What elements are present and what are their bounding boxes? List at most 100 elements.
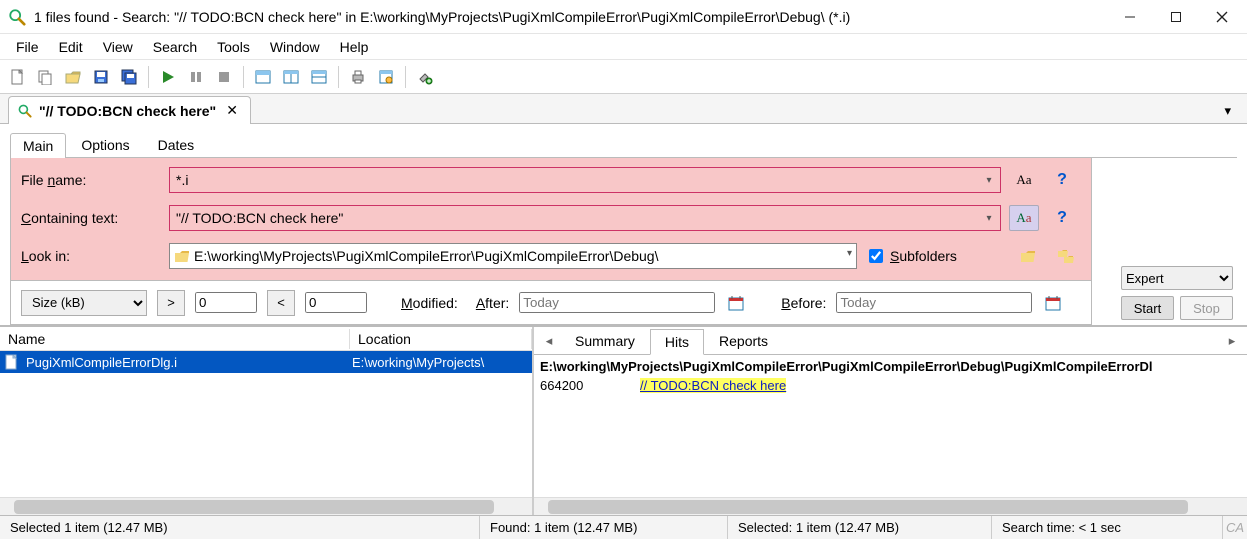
hit-file-path: E:\working\MyProjects\PugiXmlCompileErro… xyxy=(534,355,1247,376)
chevron-down-icon[interactable]: ▾ xyxy=(982,210,996,226)
hit-row[interactable]: 664200 // TODO:BCN check here xyxy=(534,376,1247,395)
look-in-input[interactable]: E:\working\MyProjects\PugiXmlCompileErro… xyxy=(169,243,857,269)
tab-main[interactable]: Main xyxy=(10,133,66,158)
after-label: After: xyxy=(476,295,509,311)
save-icon[interactable] xyxy=(88,64,114,90)
search-tab[interactable]: "// TODO:BCN check here" ✕ xyxy=(8,96,251,124)
open-icon[interactable] xyxy=(60,64,86,90)
tab-prev-icon[interactable]: ◂ xyxy=(538,333,560,349)
mode-select[interactable]: Expert xyxy=(1121,266,1233,290)
form-tabs: Main Options Dates xyxy=(10,130,1237,158)
tab-summary[interactable]: Summary xyxy=(560,328,650,354)
status-selected-left: Selected 1 item (12.47 MB) xyxy=(0,516,480,539)
help-icon[interactable]: ? xyxy=(1047,167,1077,193)
layout1-icon[interactable] xyxy=(250,64,276,90)
case-sensitive-icon[interactable]: Aa xyxy=(1009,167,1039,193)
start-search-icon[interactable] xyxy=(155,64,181,90)
status-case-indicator: CA xyxy=(1223,520,1247,535)
search-tabstrip: "// TODO:BCN check here" ✕ ▾ xyxy=(0,94,1247,124)
menu-view[interactable]: View xyxy=(93,37,143,57)
chevron-down-icon[interactable]: ▾ xyxy=(982,172,996,188)
containing-text-input[interactable]: "// TODO:BCN check here" ▾ xyxy=(169,205,1001,231)
save-all-icon[interactable] xyxy=(116,64,142,90)
menu-window[interactable]: Window xyxy=(260,37,330,57)
stop-search-icon[interactable] xyxy=(211,64,237,90)
tab-dates[interactable]: Dates xyxy=(145,132,208,157)
details-tabs: ◂ Summary Hits Reports ▸ xyxy=(534,327,1247,355)
search-tab-label: "// TODO:BCN check here" xyxy=(39,103,216,119)
print-icon[interactable] xyxy=(345,64,371,90)
menu-file[interactable]: File xyxy=(6,37,49,57)
look-in-label: Look in: xyxy=(21,248,161,264)
status-time: Search time: < 1 sec xyxy=(992,516,1223,539)
toolbar-separator xyxy=(405,66,406,88)
modified-label: Modified: xyxy=(401,295,458,311)
chevron-down-icon[interactable]: ▾ xyxy=(847,248,852,259)
pause-search-icon[interactable] xyxy=(183,64,209,90)
window-close-button[interactable] xyxy=(1199,0,1245,34)
hit-match-text: // TODO:BCN check here xyxy=(640,378,786,393)
start-button[interactable]: Start xyxy=(1121,296,1174,320)
toolbar-separator xyxy=(243,66,244,88)
titlebar: 1 files found - Search: "// TODO:BCN che… xyxy=(0,0,1247,34)
calendar-icon[interactable] xyxy=(725,292,747,314)
stop-button[interactable]: Stop xyxy=(1180,296,1233,320)
file-name-cell: PugiXmlCompileErrorDlg.i xyxy=(22,355,348,370)
main-form-panel: File name: *.i ▾ Aa ? Containing text: "… xyxy=(10,158,1092,281)
after-date-input[interactable] xyxy=(519,292,715,313)
menu-search[interactable]: Search xyxy=(143,37,207,57)
tab-options[interactable]: Options xyxy=(68,132,142,157)
options-icon[interactable] xyxy=(373,64,399,90)
status-found: Found: 1 item (12.47 MB) xyxy=(480,516,728,539)
tabstrip-menu-icon[interactable]: ▾ xyxy=(1216,99,1239,123)
size-lo-input[interactable] xyxy=(195,292,257,313)
menu-tools[interactable]: Tools xyxy=(207,37,260,57)
files-pane: Name Location PugiXmlCompileErrorDlg.i E… xyxy=(0,327,534,515)
match-case-toggle-icon[interactable]: Aa xyxy=(1009,205,1039,231)
files-hscroll[interactable] xyxy=(0,497,532,515)
calendar-icon[interactable] xyxy=(1042,292,1064,314)
col-name[interactable]: Name xyxy=(0,329,350,349)
layout3-icon[interactable] xyxy=(306,64,332,90)
before-date-input[interactable] xyxy=(836,292,1032,313)
file-name-input[interactable]: *.i ▾ xyxy=(169,167,1001,193)
hit-line-number: 664200 xyxy=(540,378,640,393)
subfolders-checkbox-input[interactable] xyxy=(869,249,883,263)
containing-label: Containing text: xyxy=(21,210,161,226)
subfolders-checkbox[interactable]: Subfolders xyxy=(865,246,957,266)
help-icon[interactable]: ? xyxy=(1047,205,1077,231)
toolbar-separator xyxy=(338,66,339,88)
less-than-icon[interactable]: < xyxy=(267,290,295,316)
col-location[interactable]: Location xyxy=(350,329,532,349)
tab-hits[interactable]: Hits xyxy=(650,329,704,355)
size-hi-input[interactable] xyxy=(305,292,367,313)
details-hscroll[interactable] xyxy=(534,497,1247,515)
files-header: Name Location xyxy=(0,327,532,351)
details-pane: ◂ Summary Hits Reports ▸ E:\working\MyPr… xyxy=(534,327,1247,515)
close-tab-icon[interactable]: ✕ xyxy=(222,102,242,119)
magnifier-icon xyxy=(8,8,26,26)
folders-tree-icon[interactable] xyxy=(1051,243,1081,269)
plugins-icon[interactable] xyxy=(412,64,438,90)
file-icon xyxy=(0,354,22,370)
magnifier-icon xyxy=(17,103,33,119)
new-icon[interactable] xyxy=(4,64,30,90)
menu-edit[interactable]: Edit xyxy=(49,37,93,57)
layout2-icon[interactable] xyxy=(278,64,304,90)
size-unit-select[interactable]: Size (kB) xyxy=(21,290,147,316)
status-bar: Selected 1 item (12.47 MB) Found: 1 item… xyxy=(0,515,1247,539)
search-form: Main Options Dates Expert Start Stop Fil… xyxy=(0,124,1247,326)
menu-help[interactable]: Help xyxy=(330,37,379,57)
tab-reports[interactable]: Reports xyxy=(704,328,783,354)
browse-folder-icon[interactable] xyxy=(1013,243,1043,269)
tab-next-icon[interactable]: ▸ xyxy=(1221,333,1243,349)
criteria-row: Size (kB) > < Modified: After: Before: xyxy=(10,281,1092,325)
window-maximize-button[interactable] xyxy=(1153,0,1199,34)
menu-bar: File Edit View Search Tools Window Help xyxy=(0,34,1247,60)
form-sidebar: Expert Start Stop xyxy=(1121,266,1233,320)
greater-than-icon[interactable]: > xyxy=(157,290,185,316)
copy-icon[interactable] xyxy=(32,64,58,90)
status-selected-right: Selected: 1 item (12.47 MB) xyxy=(728,516,992,539)
file-row[interactable]: PugiXmlCompileErrorDlg.i E:\working\MyPr… xyxy=(0,351,532,373)
window-minimize-button[interactable] xyxy=(1107,0,1153,34)
